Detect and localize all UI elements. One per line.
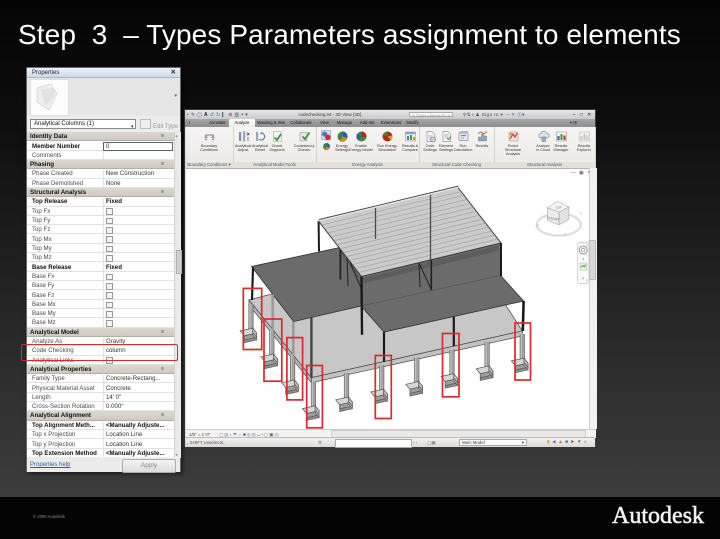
svg-text:W: W — [536, 224, 539, 228]
svg-text:TOP: TOP — [555, 205, 563, 210]
svg-text:E: E — [580, 212, 582, 216]
svg-text:▾: ▾ — [582, 257, 584, 262]
svg-text:▾: ▾ — [582, 276, 584, 281]
svg-text:S: S — [564, 233, 566, 237]
